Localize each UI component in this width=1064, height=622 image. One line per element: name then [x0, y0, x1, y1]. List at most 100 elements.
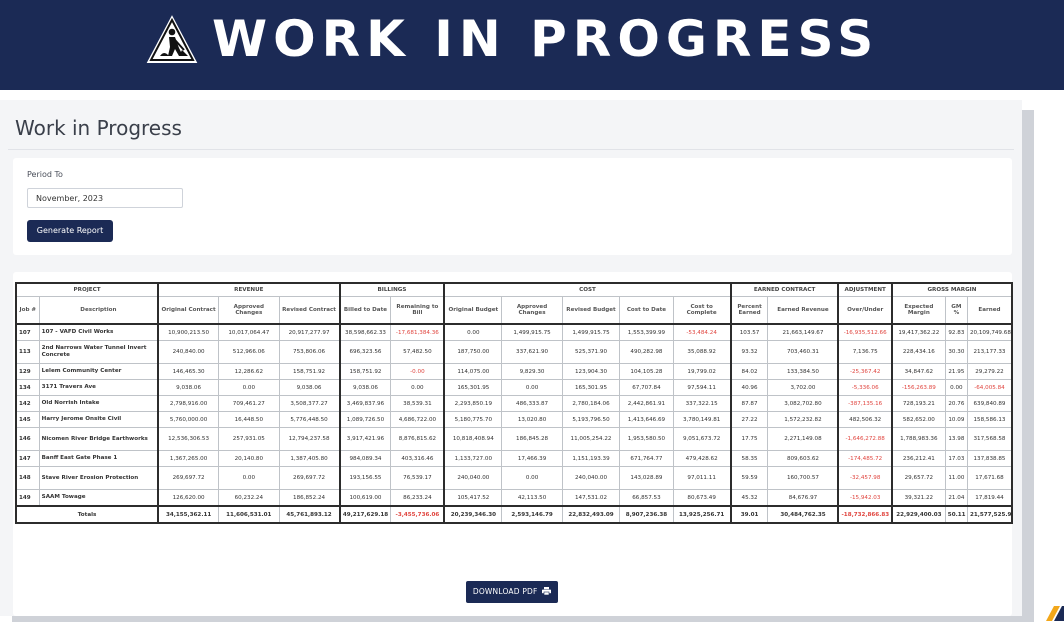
cell-approved-changes: 16,448.50 — [218, 411, 280, 428]
period-label: Period To — [27, 170, 63, 179]
total-earned-revenue: 30,484,762.35 — [767, 505, 839, 524]
cell-remaining-to-bill: 403,316.46 — [390, 450, 445, 467]
column-header-row: Job # Description Original Contract Approve… — [15, 296, 1013, 325]
cell-expected-margin: 19,417,362.22 — [890, 323, 946, 341]
cell-approved-changes: 10,017,064.47 — [218, 323, 280, 341]
column-header-earned-revenue: Earned Revenue — [767, 296, 839, 325]
table-row: 147 Banff East Gate Phase 1 1,367,265.00 20… — [15, 450, 1013, 467]
column-header-original-contract: Original Contract — [157, 296, 220, 325]
cell-earned-margin: -64,005.84 — [966, 379, 1013, 396]
cell-over-under: -387,135.16 — [837, 395, 893, 412]
cell-budget-approved-changes: 42,113.50 — [501, 489, 563, 507]
report-page: Work in Progress Period To November, 202… — [0, 100, 1022, 616]
cell-percent-earned: 40.96 — [729, 379, 769, 396]
project-description-cell: SAAM Towage — [38, 489, 159, 507]
cell-percent-earned: 93.32 — [729, 340, 769, 364]
cell-over-under: -174,485.72 — [837, 450, 893, 467]
cell-percent-earned: 103.57 — [729, 323, 769, 341]
cell-revised-budget: 2,780,184.06 — [561, 395, 621, 412]
cell-original-budget: 0.00 — [443, 323, 503, 341]
column-header-job: Job # — [15, 296, 40, 325]
cell-percent-earned: 27.22 — [729, 411, 769, 428]
cell-cost-to-date: 671,764.77 — [619, 450, 674, 467]
filter-panel: Period To November, 2023 Generate Report — [13, 158, 1012, 255]
total-approved-changes: 11,606,531.01 — [218, 505, 280, 524]
cell-cost-to-complete: 80,673.49 — [672, 489, 732, 507]
cell-original-contract: 146,465.30 — [157, 363, 220, 380]
cell-earned-revenue: 2,271,149.08 — [767, 427, 839, 451]
project-description-cell: Stave River Erosion Protection — [38, 466, 159, 490]
cell-expected-margin: 39,321.22 — [890, 489, 946, 507]
cell-billed-to-date: 38,598,662.33 — [338, 323, 392, 341]
cell-budget-approved-changes: 337,621.90 — [501, 340, 563, 364]
cell-gm-percent: 10.09 — [944, 411, 968, 428]
cell-revised-contract: 158,751.92 — [278, 363, 341, 380]
cell-revised-contract: 186,852.24 — [278, 489, 341, 507]
cell-over-under: -15,942.03 — [837, 489, 893, 507]
cell-cost-to-date: 1,553,399.99 — [619, 323, 674, 341]
cell-earned-margin: 317,568.58 — [966, 427, 1013, 451]
total-revised-contract: 45,761,893.12 — [278, 505, 341, 524]
column-header-budget-approved-changes: Approved Changes — [501, 296, 563, 325]
generate-report-button[interactable]: Generate Report — [27, 220, 113, 242]
cell-over-under: -1,646,272.88 — [837, 427, 893, 451]
cell-billed-to-date: 9,038.06 — [338, 379, 392, 396]
cell-cost-to-date: 1,953,580.50 — [619, 427, 674, 451]
cell-gm-percent: 13.98 — [944, 427, 968, 451]
job-number-cell: 147 — [15, 450, 40, 467]
total-cost-to-complete: 13,925,256.71 — [672, 505, 732, 524]
cell-revised-contract: 269,697.72 — [278, 466, 341, 490]
banner-title: WORK IN PROGRESS — [212, 10, 880, 68]
total-earned-margin: 21,577,525.97 — [966, 505, 1013, 524]
period-input[interactable]: November, 2023 — [27, 188, 183, 208]
cell-original-contract: 12,536,306.53 — [157, 427, 220, 451]
cell-approved-changes: 60,232.24 — [218, 489, 280, 507]
cell-percent-earned: 45.32 — [729, 489, 769, 507]
cell-billed-to-date: 696,323.56 — [338, 340, 392, 364]
cell-original-contract: 2,798,916.00 — [157, 395, 220, 412]
download-pdf-label: DOWNLOAD PDF — [472, 587, 538, 596]
cell-budget-approved-changes: 0.00 — [501, 379, 563, 396]
cell-gm-percent: 20.76 — [944, 395, 968, 412]
table-row: 149 SAAM Towage 126,620.00 60,232.24 186,852… — [15, 489, 1013, 507]
cell-cost-to-complete: 97,594.11 — [672, 379, 732, 396]
table-row: 134 3171 Travers Ave 9,038.06 0.00 9,038.06 9… — [15, 379, 1013, 396]
cell-remaining-to-bill: -17,681,384.36 — [390, 323, 445, 341]
group-header-cost: COST — [443, 282, 732, 297]
cell-approved-changes: 12,286.62 — [218, 363, 280, 380]
cell-budget-approved-changes: 0.00 — [501, 466, 563, 490]
cell-cost-to-date: 66,857.53 — [619, 489, 674, 507]
column-header-original-budget: Original Budget — [443, 296, 503, 325]
cell-original-budget: 2,293,850.19 — [443, 395, 503, 412]
cell-gm-percent: 11.00 — [944, 466, 968, 490]
cell-cost-to-complete: 479,428.62 — [672, 450, 732, 467]
group-header-adjustment: ADJUSTMENT — [837, 282, 893, 297]
cell-revised-contract: 9,038.06 — [278, 379, 341, 396]
cell-gm-percent: 0.00 — [944, 379, 968, 396]
cell-percent-earned: 87.87 — [729, 395, 769, 412]
cell-revised-budget: 123,904.30 — [561, 363, 621, 380]
totals-row: Totals 34,155,362.11 11,606,531.01 45,761,8… — [15, 505, 1013, 524]
cell-cost-to-date: 104,105.28 — [619, 363, 674, 380]
cell-revised-contract: 20,917,277.97 — [278, 323, 341, 341]
cell-approved-changes: 0.00 — [218, 466, 280, 490]
column-header-over-under: Over/Under — [837, 296, 893, 325]
cell-billed-to-date: 3,469,837.96 — [338, 395, 392, 412]
download-pdf-button[interactable]: DOWNLOAD PDF — [466, 581, 558, 603]
total-revised-budget: 22,832,493.09 — [561, 505, 621, 524]
column-header-gm-percent: GM % — [944, 296, 968, 325]
cell-approved-changes: 257,931.05 — [218, 427, 280, 451]
cell-revised-budget: 5,193,796.50 — [561, 411, 621, 428]
project-description-cell: Banff East Gate Phase 1 — [38, 450, 159, 467]
cell-revised-budget: 1,499,915.75 — [561, 323, 621, 341]
construction-worker-sign-icon — [143, 10, 201, 65]
cell-cost-to-complete: -53,484.24 — [672, 323, 732, 341]
cell-over-under: -25,367.42 — [837, 363, 893, 380]
cell-percent-earned: 59.59 — [729, 466, 769, 490]
cell-cost-to-date: 2,442,861.91 — [619, 395, 674, 412]
cell-original-contract: 10,900,213.50 — [157, 323, 220, 341]
cell-original-budget: 187,750.00 — [443, 340, 503, 364]
column-header-description: Description — [38, 296, 159, 325]
totals-label: Totals — [15, 505, 159, 524]
cell-remaining-to-bill: 76,539.17 — [390, 466, 445, 490]
